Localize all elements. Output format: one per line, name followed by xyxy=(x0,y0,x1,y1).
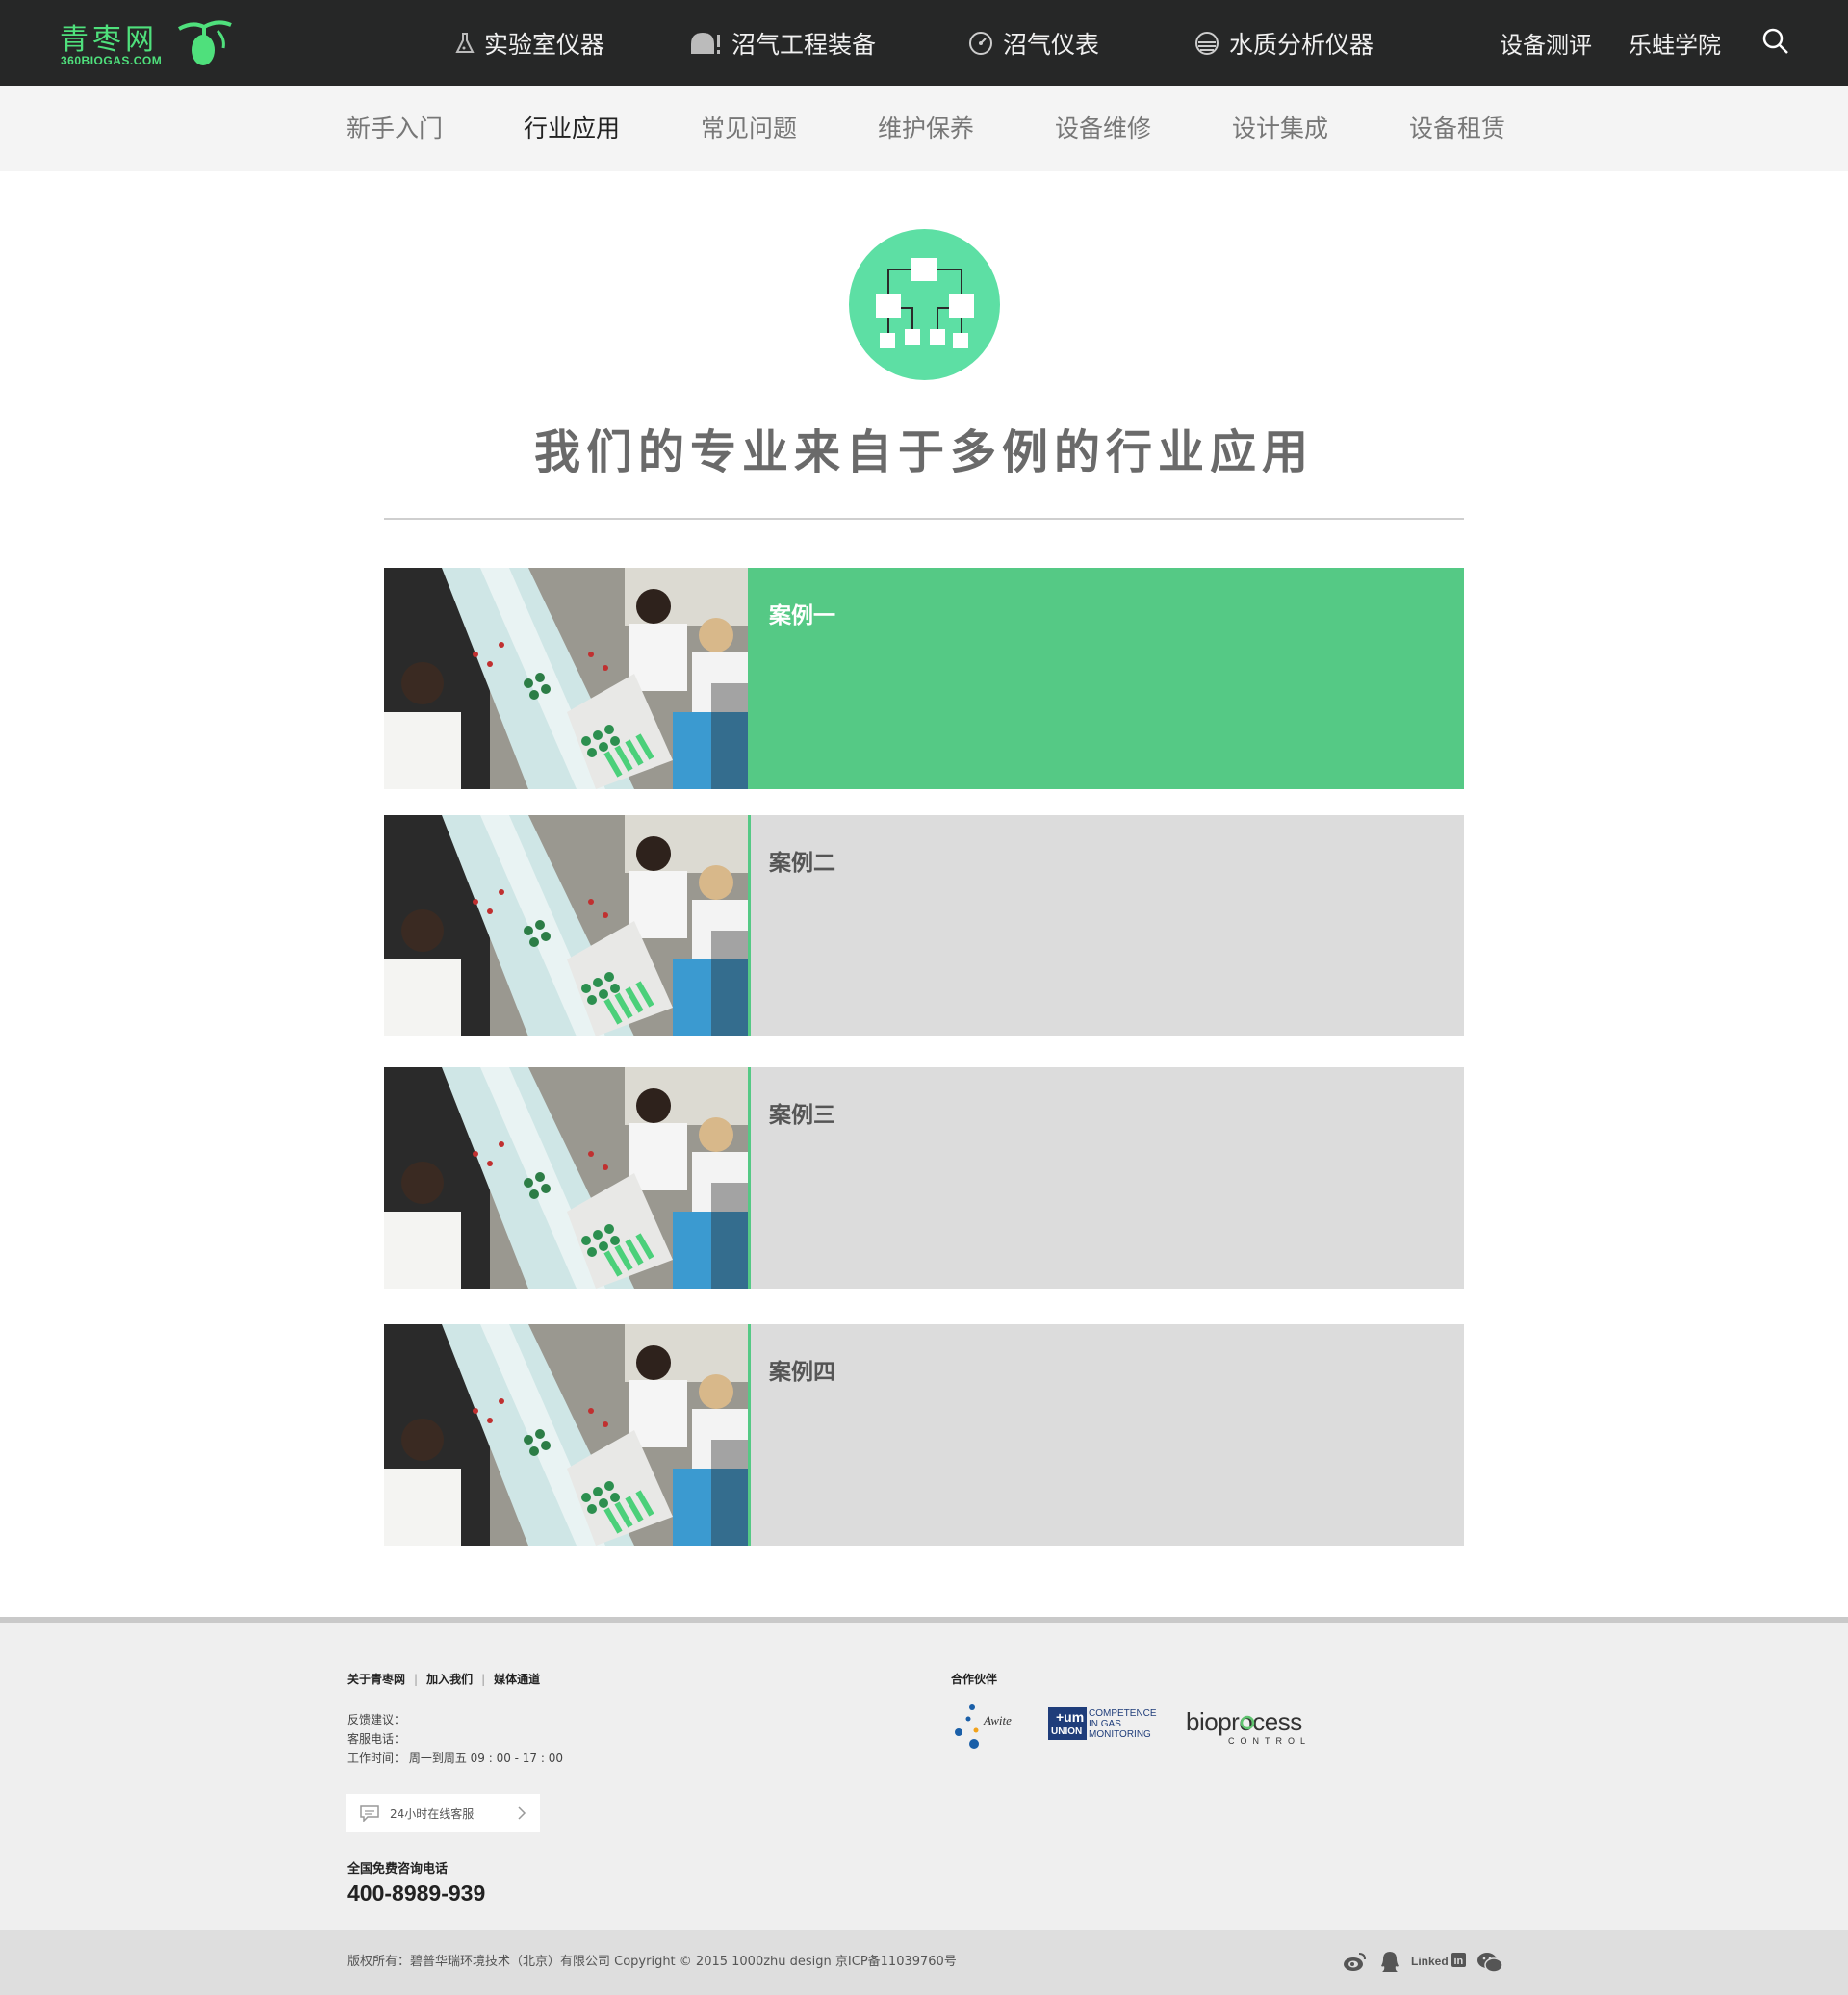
chat-bubble-icon xyxy=(360,1805,379,1822)
case-photo xyxy=(384,1324,748,1546)
nav-label: 沼气仪表 xyxy=(1003,30,1100,59)
qq-icon[interactable] xyxy=(1379,1951,1400,1978)
footer-link-join[interactable]: 加入我们 xyxy=(426,1671,473,1687)
page-title: 我们的专业来自于多例的行业应用 xyxy=(533,425,1314,479)
search-icon xyxy=(1762,28,1788,54)
copyright-text: 版权所有：碧普华瑞环境技术（北京）有限公司 Copyright © 2015 1… xyxy=(347,1955,957,1969)
nav-label: 沼气工程装备 xyxy=(732,30,877,59)
case-photo xyxy=(384,1067,748,1289)
case-photo xyxy=(384,568,748,789)
svg-text:in: in xyxy=(1454,1956,1464,1967)
nav-label: 实验室仪器 xyxy=(484,30,605,59)
linkedin-text: Linked xyxy=(1411,1955,1449,1968)
partner-union-line2: IN GAS xyxy=(1089,1719,1121,1729)
hotline-number: 400-8989-939 xyxy=(347,1880,486,1905)
title-divider xyxy=(384,518,1464,520)
linkedin-icon[interactable]: Linked in xyxy=(1411,1952,1467,1975)
link-separator: | xyxy=(481,1672,486,1686)
subnav-industry-applications[interactable]: 行业应用 xyxy=(524,86,620,171)
footer-link-media[interactable]: 媒体通道 xyxy=(494,1671,540,1687)
link-separator: | xyxy=(414,1672,419,1686)
partner-logo-awite[interactable]: Awite xyxy=(951,1701,1028,1752)
flask-icon xyxy=(455,32,475,55)
footer: 关于青枣网 | 加入我们 | 媒体通道 反馈建议： 客服电话： 工作时间： 周一… xyxy=(0,1617,1848,1930)
case-card[interactable]: 案例四 xyxy=(384,1324,1464,1546)
case-divider xyxy=(748,815,751,1036)
logo-domain: 360BIOGAS.COM xyxy=(61,54,163,67)
case-photo xyxy=(384,815,748,1036)
nav-biogas-meters[interactable]: 沼气仪表 xyxy=(968,0,1099,86)
tank-icon xyxy=(689,31,722,56)
gauge-icon xyxy=(968,31,993,56)
svg-text:+um: +um xyxy=(1056,1709,1084,1725)
subnav-repair[interactable]: 设备维修 xyxy=(1055,86,1151,171)
search-button[interactable] xyxy=(1761,27,1790,56)
case-title: 案例一 xyxy=(769,603,835,628)
case-divider xyxy=(748,568,751,789)
site-logo[interactable]: 青枣网 360BIOGAS.COM xyxy=(60,15,243,69)
subnav-faq[interactable]: 常见问题 xyxy=(701,86,797,171)
case-title: 案例三 xyxy=(769,1103,835,1128)
service-phone-label: 客服电话： xyxy=(347,1732,406,1746)
nav-label: 设备测评 xyxy=(1500,32,1592,59)
org-chart-icon xyxy=(876,258,974,348)
feedback-label: 反馈建议： xyxy=(347,1713,406,1726)
partner-bioprocess-text: bioprocess xyxy=(1186,1707,1302,1736)
subnav-getting-started[interactable]: 新手入门 xyxy=(346,86,443,171)
partner-awite-text: Awite xyxy=(983,1713,1012,1727)
case-divider xyxy=(748,1324,751,1546)
partner-union-line1: COMPETENCE xyxy=(1089,1708,1157,1719)
nav-equipment-review[interactable]: 设备测评 xyxy=(1500,0,1592,86)
water-icon xyxy=(1194,31,1219,56)
case-title: 案例四 xyxy=(769,1360,835,1385)
weibo-icon[interactable] xyxy=(1343,1951,1368,1976)
partner-logo-bioprocess[interactable]: bioprocess CONTROL xyxy=(1186,1703,1321,1748)
footer-links: 关于青枣网 | 加入我们 | 媒体通道 xyxy=(347,1671,540,1687)
partner-bioprocess-sub: CONTROL xyxy=(1228,1736,1311,1746)
nav-biogas-equipment[interactable]: 沼气工程装备 xyxy=(689,0,876,86)
online-service-label: 24小时在线客服 xyxy=(390,1806,475,1821)
nav-water-analysis[interactable]: 水质分析仪器 xyxy=(1194,0,1373,86)
case-title: 案例二 xyxy=(769,851,835,876)
sub-navigation: 新手入门 行业应用 常见问题 维护保养 设备维修 设计集成 设备租赁 xyxy=(0,86,1848,171)
partner-union-badge: UNION xyxy=(1051,1726,1082,1737)
jujube-logo-icon xyxy=(178,20,232,65)
nav-lab-instruments[interactable]: 实验室仪器 xyxy=(455,0,604,86)
case-divider xyxy=(748,1067,751,1289)
nav-lewa-academy[interactable]: 乐蛙学院 xyxy=(1629,0,1721,86)
partners-label: 合作伙伴 xyxy=(951,1673,998,1686)
case-card[interactable]: 案例二 xyxy=(384,815,1464,1036)
subnav-maintenance[interactable]: 维护保养 xyxy=(878,86,974,171)
subnav-rental[interactable]: 设备租赁 xyxy=(1409,86,1505,171)
nav-label: 乐蛙学院 xyxy=(1629,32,1721,59)
hotline-label: 全国免费咨询电话 xyxy=(347,1862,449,1877)
footer-link-about[interactable]: 关于青枣网 xyxy=(347,1671,405,1687)
working-hours: 工作时间： 周一到周五 09 : 00 - 17 : 00 xyxy=(347,1752,564,1765)
partner-logo-union[interactable]: UNION +um COMPETENCE IN GAS MONITORING xyxy=(1048,1705,1164,1744)
case-card[interactable]: 案例三 xyxy=(384,1067,1464,1289)
nav-label: 水质分析仪器 xyxy=(1229,30,1374,59)
copyright-bar: 版权所有：碧普华瑞环境技术（北京）有限公司 Copyright © 2015 1… xyxy=(0,1930,1848,1995)
subnav-design-integration[interactable]: 设计集成 xyxy=(1232,86,1328,171)
logo-chinese-name: 青枣网 xyxy=(60,23,158,57)
partner-union-line3: MONITORING xyxy=(1089,1729,1151,1740)
hero-icon-circle xyxy=(849,229,1000,380)
top-navigation-bar: 青枣网 360BIOGAS.COM 实验室仪器 沼气工程装备 沼气仪表 水质分析… xyxy=(0,0,1848,86)
chevron-right-icon xyxy=(518,1806,526,1820)
case-card[interactable]: 案例一 xyxy=(384,568,1464,789)
online-service-button[interactable]: 24小时在线客服 xyxy=(346,1794,540,1832)
wechat-icon[interactable] xyxy=(1476,1951,1503,1978)
